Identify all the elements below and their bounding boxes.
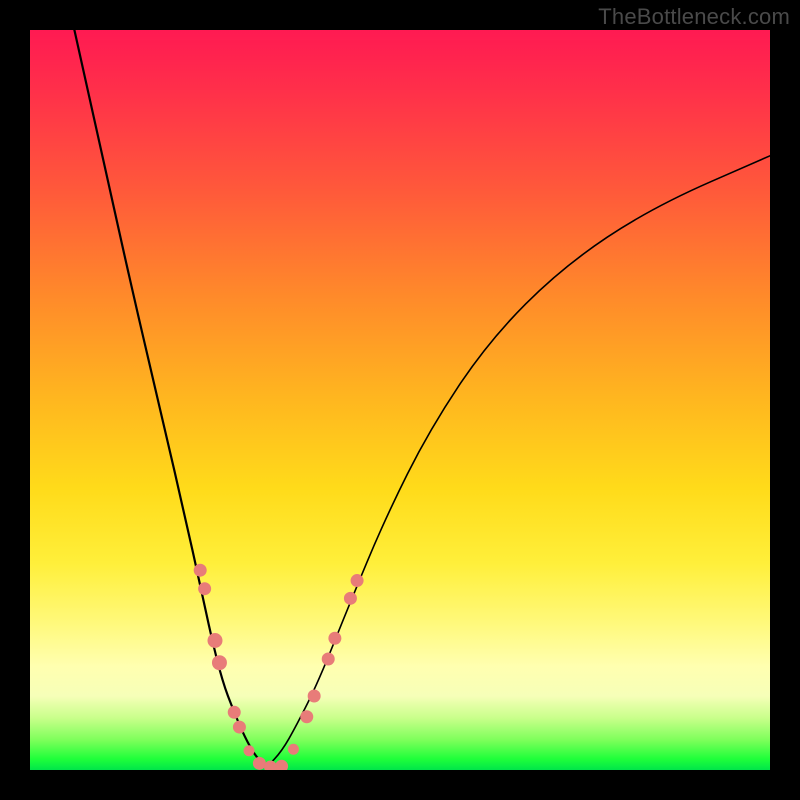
data-marker — [265, 761, 277, 770]
attribution-text: TheBottleneck.com — [598, 4, 790, 30]
data-marker — [208, 634, 222, 648]
data-marker — [322, 653, 334, 665]
plot-area — [30, 30, 770, 770]
chart-frame: TheBottleneck.com — [0, 0, 800, 800]
data-marker — [351, 575, 363, 587]
curve-right-branch — [267, 156, 770, 767]
data-marker — [253, 757, 265, 769]
chart-svg — [30, 30, 770, 770]
curve-left-branch — [74, 30, 266, 767]
data-marker — [212, 656, 226, 670]
data-marker — [301, 711, 313, 723]
data-marker — [288, 744, 298, 754]
data-marker — [308, 690, 320, 702]
data-marker — [228, 706, 240, 718]
data-marker — [194, 564, 206, 576]
data-marker — [329, 632, 341, 644]
data-marker — [276, 760, 288, 770]
marker-group — [194, 564, 363, 770]
data-marker — [344, 592, 356, 604]
data-marker — [233, 721, 245, 733]
data-marker — [199, 583, 211, 595]
data-marker — [244, 746, 254, 756]
